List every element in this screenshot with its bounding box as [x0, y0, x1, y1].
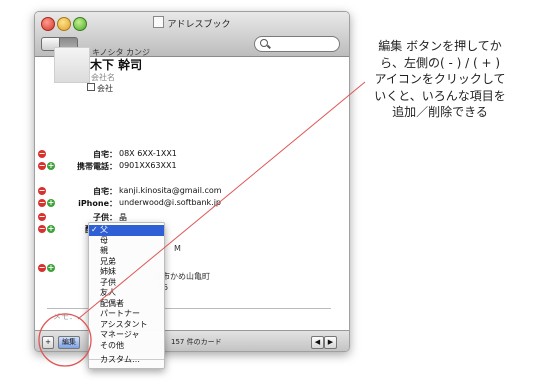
- annotation-line: 追加／削除できる: [392, 105, 488, 119]
- annotation-line: アイコンをクリックして: [374, 72, 506, 86]
- annotation-note: 編集 ボタンを押してか ら、左側の( - ) / ( + ) アイコンをクリックして…: [355, 38, 525, 121]
- annotation-line: いくと、いろんな項目を: [374, 88, 506, 103]
- annotation-line: ら、左側の( - ) / ( + ): [379, 55, 501, 70]
- callout-circle: [38, 313, 92, 367]
- annotation-line: 編集 ボタンを押してか: [378, 39, 502, 53]
- callout-line: [77, 81, 366, 320]
